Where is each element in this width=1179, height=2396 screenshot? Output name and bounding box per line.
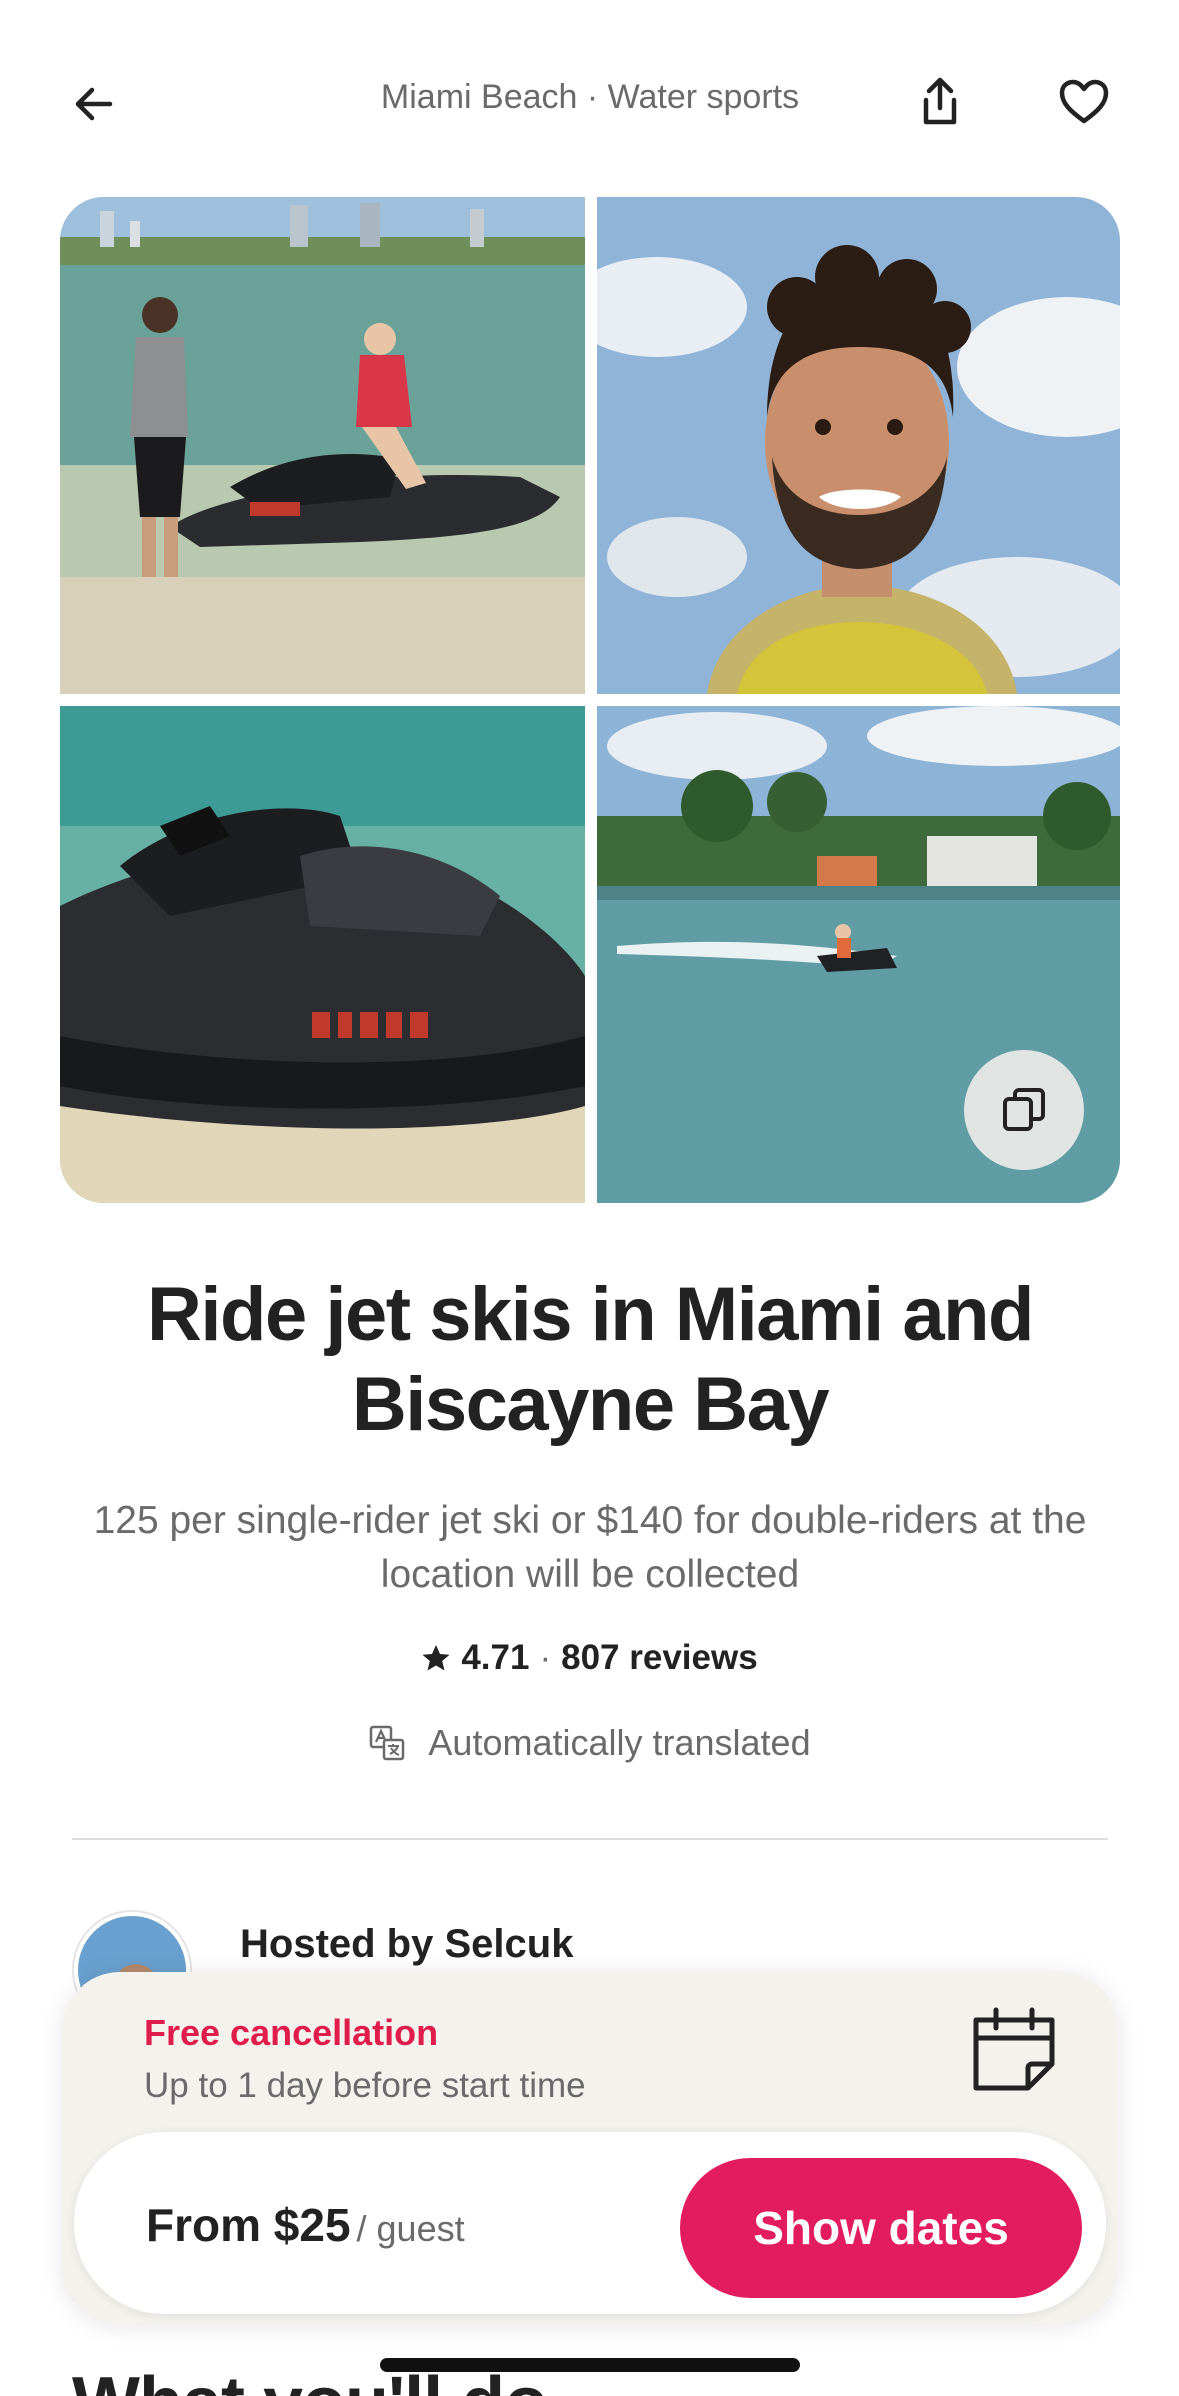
show-dates-button[interactable]: Show dates	[680, 2158, 1082, 2298]
price-unit: / guest	[356, 2208, 465, 2249]
rating-separator: ·	[539, 1638, 552, 1677]
favorite-button[interactable]	[1052, 70, 1116, 134]
arrow-left-icon	[75, 87, 113, 121]
show-all-photos-button[interactable]	[964, 1050, 1084, 1170]
translated-label: Automatically translated	[428, 1722, 811, 1763]
jet-ski-closeup-photo[interactable]	[60, 706, 585, 1203]
price-panel: From $25/ guest Show dates	[74, 2132, 1106, 2314]
listing-subtitle: 125 per single-rider jet ski or $140 for…	[93, 1499, 1087, 1596]
heart-icon	[1059, 79, 1109, 124]
free-cancellation-title: Free cancellation	[144, 2012, 439, 2053]
jet-ski-instruction-photo[interactable]	[60, 197, 585, 694]
listing-title: Ride jet skis in Miami and Biscayne Bay	[147, 1272, 1034, 1447]
back-button[interactable]	[62, 72, 126, 136]
rating-value: 4.71	[461, 1638, 530, 1677]
home-indicator[interactable]	[380, 2358, 800, 2372]
host-name[interactable]: Hosted by Selcuk	[240, 1922, 573, 1967]
price-info: From $25/ guest	[146, 2198, 465, 2252]
section-divider	[72, 1838, 1108, 1840]
top-bar: Miami Beach · Water sports	[0, 0, 1179, 200]
translate-icon	[370, 1725, 405, 1761]
booking-bar: Free cancellation Up to 1 day before sta…	[62, 1972, 1118, 2324]
reviews-count[interactable]: 807 reviews	[561, 1638, 758, 1678]
host-portrait-photo[interactable]	[597, 197, 1120, 694]
photo-gallery[interactable]	[60, 197, 1120, 1203]
rating-row[interactable]: 4.71 · 807 reviews	[0, 1638, 1179, 1678]
price-value: From $25	[146, 2199, 351, 2251]
copy-stack-icon	[1003, 1088, 1045, 1131]
translation-notice[interactable]: Automatically translated	[0, 1722, 1179, 1764]
calendar-icon	[973, 2007, 1055, 2091]
share-button[interactable]	[908, 70, 972, 134]
breadcrumb: Miami Beach · Water sports	[380, 78, 800, 116]
share-icon	[923, 77, 957, 125]
cancellation-policy: Up to 1 day before start time	[144, 2066, 586, 2105]
star-icon	[422, 1645, 450, 1671]
